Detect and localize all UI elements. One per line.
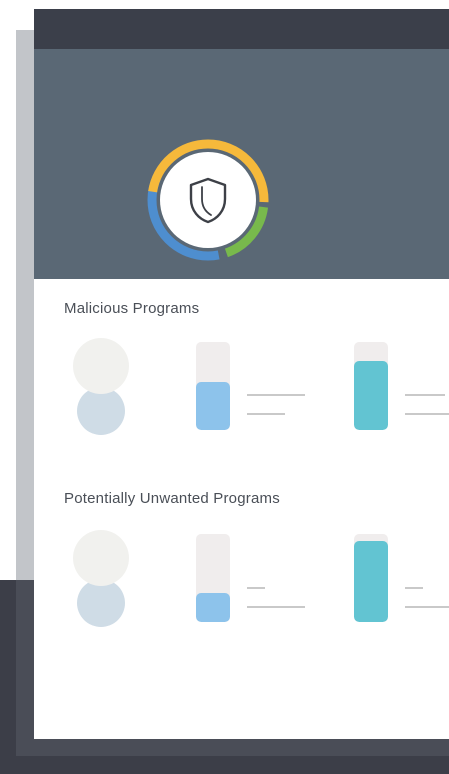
app-window: Malicious Programs Potentially Unwanted … xyxy=(34,9,449,739)
text-placeholder-line xyxy=(247,587,265,589)
text-placeholder-line xyxy=(247,606,305,608)
unwanted-level-bar-1 xyxy=(196,534,230,622)
text-placeholder-line xyxy=(247,394,305,396)
status-ring-graphic xyxy=(147,139,269,261)
text-placeholder-line xyxy=(247,413,285,415)
section-title-malicious-programs: Malicious Programs xyxy=(64,300,200,317)
protection-status-ring[interactable] xyxy=(144,136,272,264)
title-bar xyxy=(34,9,449,49)
avatar-placeholder-top xyxy=(73,530,129,586)
avatar-placeholder-bottom xyxy=(77,579,125,627)
avatar-placeholder-top xyxy=(73,338,129,394)
bar-fill xyxy=(354,541,388,622)
bar-fill xyxy=(196,381,230,430)
unwanted-level-bar-2 xyxy=(354,534,388,622)
text-placeholder-line xyxy=(405,394,445,396)
malicious-level-bar-2 xyxy=(354,342,388,430)
malicious-level-bar-1 xyxy=(196,342,230,430)
text-placeholder-line xyxy=(405,587,423,589)
text-placeholder-line xyxy=(405,413,449,415)
bar-fill xyxy=(196,592,230,622)
ring-center xyxy=(160,152,256,248)
status-header xyxy=(34,49,449,279)
text-placeholder-line xyxy=(405,606,449,608)
avatar-placeholder-bottom xyxy=(77,387,125,435)
section-title-potentially-unwanted-programs: Potentially Unwanted Programs xyxy=(64,490,280,507)
bar-fill xyxy=(354,361,388,430)
